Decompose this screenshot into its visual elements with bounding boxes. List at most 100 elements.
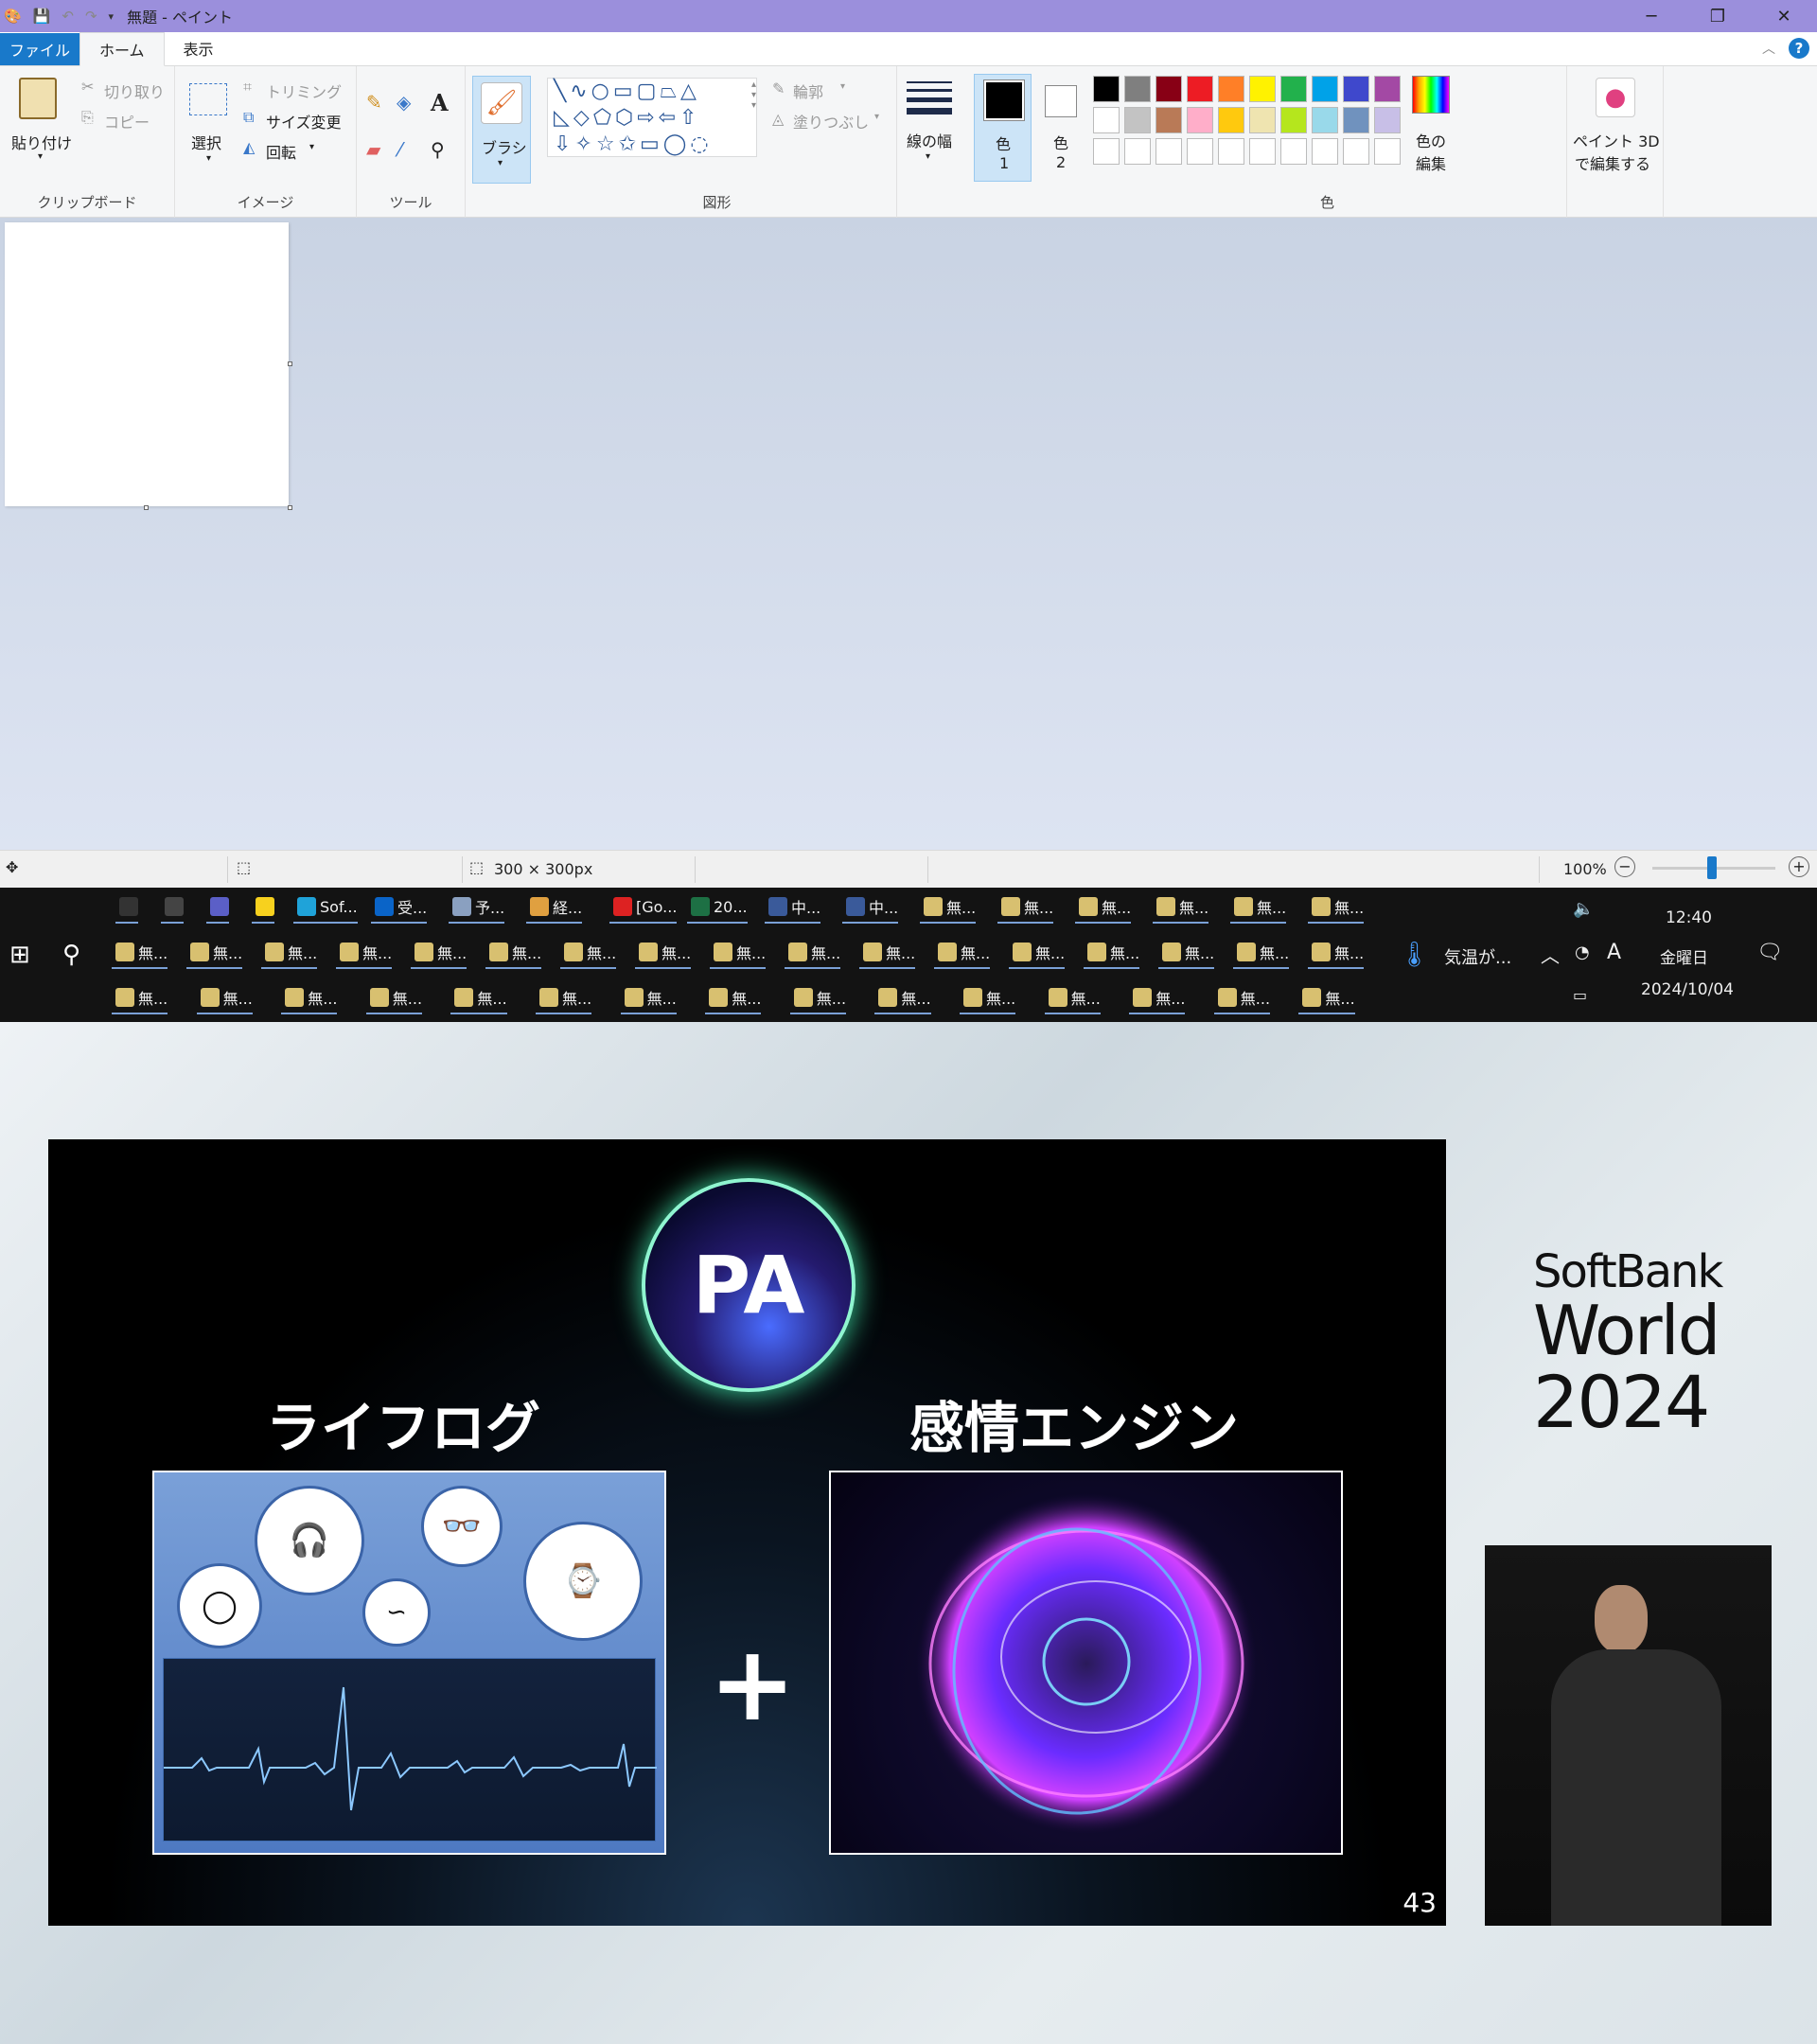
- taskbar-button[interactable]: [252, 891, 274, 924]
- tab-home[interactable]: ホーム: [79, 32, 165, 66]
- taskbar-button[interactable]: 無...: [859, 937, 916, 969]
- palette-swatch[interactable]: [1280, 76, 1307, 102]
- resize-handle-bottom[interactable]: [144, 505, 149, 510]
- palette-swatch[interactable]: [1374, 107, 1401, 133]
- cut-button[interactable]: 切り取り: [104, 79, 165, 102]
- palette-swatch[interactable]: [1218, 76, 1244, 102]
- taskbar-button[interactable]: 無...: [536, 982, 592, 1014]
- edit-colors-icon[interactable]: [1412, 76, 1450, 114]
- drawing-canvas[interactable]: [5, 222, 289, 506]
- palette-swatch[interactable]: [1187, 138, 1213, 165]
- notification-icon[interactable]: 🗨: [1756, 941, 1783, 964]
- save-icon[interactable]: 💾: [33, 8, 51, 25]
- palette-swatch[interactable]: [1124, 76, 1151, 102]
- taskbar-button[interactable]: 無...: [635, 937, 692, 969]
- taskbar-button[interactable]: 無...: [1009, 937, 1066, 969]
- taskbar-button[interactable]: 受...: [371, 891, 428, 924]
- zoom-in-icon[interactable]: +: [1789, 856, 1809, 877]
- palette-swatch[interactable]: [1312, 107, 1338, 133]
- outline-button[interactable]: 輪郭: [793, 79, 823, 102]
- rotate-button[interactable]: 回転: [266, 140, 296, 163]
- palette-swatch[interactable]: [1249, 76, 1276, 102]
- taskbar-button[interactable]: 無...: [365, 982, 423, 1014]
- taskbar-button[interactable]: 無...: [1084, 937, 1140, 969]
- palette-swatch[interactable]: [1093, 138, 1120, 165]
- color2-button[interactable]: 色 2: [1033, 74, 1086, 182]
- chevron-up-icon[interactable]: ︿: [1541, 941, 1560, 968]
- tab-view[interactable]: 表示: [165, 31, 233, 65]
- taskbar-button[interactable]: Sof...: [293, 891, 358, 924]
- brush-button[interactable]: 🖌 ブラシ ▾: [472, 76, 531, 184]
- palette-swatch[interactable]: [1249, 138, 1276, 165]
- palette-swatch[interactable]: [1124, 107, 1151, 133]
- palette-swatch[interactable]: [1093, 76, 1120, 102]
- battery-icon[interactable]: ▭: [1573, 986, 1587, 1004]
- taskbar-button[interactable]: 無...: [1158, 937, 1215, 969]
- taskbar-button[interactable]: 無...: [1230, 891, 1287, 924]
- taskbar-button[interactable]: 無...: [785, 937, 841, 969]
- select-dropdown-icon[interactable]: ▾: [206, 153, 211, 164]
- select-icon[interactable]: [189, 83, 227, 115]
- palette-swatch[interactable]: [1312, 138, 1338, 165]
- taskbar-button[interactable]: 無...: [1044, 982, 1101, 1014]
- undo-icon[interactable]: ↶: [62, 8, 74, 25]
- shapes-gallery[interactable]: ╲∿○▭▢⏢△ ◺◇⬠⬡⇨⇦⇧ ⇩✧☆✩▭◯◌: [547, 78, 757, 157]
- edit-colors-label-b[interactable]: 編集: [1416, 151, 1446, 174]
- palette-swatch[interactable]: [1218, 107, 1244, 133]
- fill-icon[interactable]: ◈: [397, 91, 411, 114]
- taskbar-button[interactable]: 20...: [687, 891, 748, 924]
- taskbar-button[interactable]: [Go...: [609, 891, 678, 924]
- palette-swatch[interactable]: [1312, 76, 1338, 102]
- palette-swatch[interactable]: [1280, 138, 1307, 165]
- palette-swatch[interactable]: [1155, 76, 1182, 102]
- taskbar-button[interactable]: 無...: [1213, 982, 1271, 1014]
- weather-icon[interactable]: 🌡: [1399, 941, 1430, 969]
- palette-swatch[interactable]: [1374, 76, 1401, 102]
- taskbar-button[interactable]: 無...: [186, 937, 243, 969]
- taskbar-button[interactable]: 無...: [411, 937, 467, 969]
- fill-shape-button[interactable]: 塗りつぶし: [793, 110, 869, 132]
- taskbar-button[interactable]: [161, 891, 184, 924]
- paint3d-line2[interactable]: で編集する: [1575, 151, 1650, 174]
- copy-button[interactable]: コピー: [104, 110, 150, 132]
- rotate-dropdown-icon[interactable]: ▾: [309, 142, 314, 152]
- paint3d-icon[interactable]: ●: [1596, 78, 1635, 117]
- taskbar-button[interactable]: 無...: [789, 982, 847, 1014]
- paint3d-line1[interactable]: ペイント 3D: [1573, 129, 1660, 151]
- taskbar-button[interactable]: 無...: [1308, 937, 1365, 969]
- clock-day[interactable]: 金曜日: [1660, 944, 1708, 968]
- taskbar-button[interactable]: 無...: [1233, 937, 1290, 969]
- line-width-button[interactable]: 線の幅 ▾: [897, 66, 973, 218]
- taskbar-button[interactable]: 無...: [450, 982, 507, 1014]
- taskbar-button[interactable]: 無...: [997, 891, 1054, 924]
- taskbar-button[interactable]: 無...: [710, 937, 767, 969]
- taskbar-button[interactable]: 無...: [960, 982, 1016, 1014]
- clock-time[interactable]: 12:40: [1666, 908, 1712, 927]
- zoom-slider-thumb[interactable]: [1707, 856, 1717, 879]
- palette-swatch[interactable]: [1155, 138, 1182, 165]
- palette-swatch[interactable]: [1249, 107, 1276, 133]
- select-button[interactable]: 選択: [191, 131, 221, 153]
- crop-button[interactable]: トリミング: [266, 79, 342, 102]
- palette-swatch[interactable]: [1124, 138, 1151, 165]
- resize-handle-corner[interactable]: [288, 505, 292, 510]
- taskbar-button[interactable]: 無...: [485, 937, 542, 969]
- palette-swatch[interactable]: [1343, 107, 1369, 133]
- taskbar-button[interactable]: 無...: [1298, 982, 1355, 1014]
- palette-swatch[interactable]: [1218, 138, 1244, 165]
- eraser-icon[interactable]: ▰: [366, 138, 380, 161]
- taskbar-button[interactable]: 無...: [196, 982, 253, 1014]
- palette-swatch[interactable]: [1280, 107, 1307, 133]
- taskbar-button[interactable]: 無...: [336, 937, 393, 969]
- help-icon[interactable]: ?: [1789, 38, 1809, 59]
- taskbar-button[interactable]: 無...: [705, 982, 762, 1014]
- collapse-ribbon-icon[interactable]: ︿: [1762, 39, 1775, 58]
- taskbar-button[interactable]: 無...: [1129, 982, 1186, 1014]
- taskbar-button[interactable]: 無...: [261, 937, 318, 969]
- speaker-icon[interactable]: 🔈: [1573, 899, 1594, 919]
- taskbar-button[interactable]: 無...: [281, 982, 338, 1014]
- tab-file[interactable]: ファイル: [0, 33, 79, 65]
- minimize-button[interactable]: ─: [1618, 0, 1685, 32]
- color-picker-icon[interactable]: ⁄: [398, 138, 401, 161]
- clock-date[interactable]: 2024/10/04: [1641, 980, 1734, 999]
